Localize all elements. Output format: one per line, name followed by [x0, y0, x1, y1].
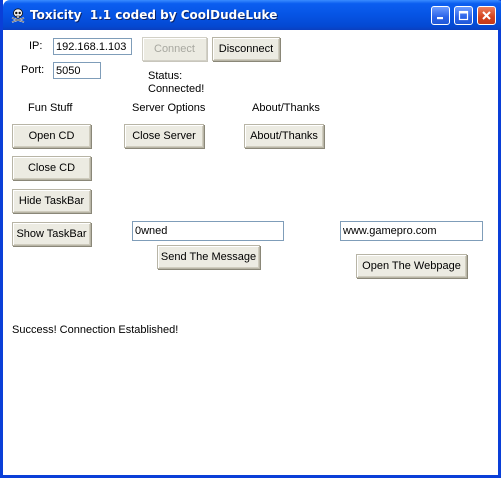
window-title: Toxicity 1.1 coded by CoolDudeLuke [30, 8, 278, 22]
app-window: Toxicity 1.1 coded by CoolDudeLuke IP: P… [0, 0, 501, 478]
skull-crossbones-icon [11, 8, 25, 23]
ip-field[interactable] [53, 38, 132, 55]
port-field[interactable] [53, 62, 101, 79]
show-taskbar-button[interactable]: Show TaskBar [12, 222, 91, 246]
close-server-button[interactable]: Close Server [124, 124, 204, 148]
server-options-heading: Server Options [132, 102, 206, 114]
connect-button[interactable]: Connect [142, 37, 207, 61]
webpage-url-field[interactable] [340, 221, 483, 241]
minimize-icon [437, 17, 443, 20]
open-webpage-button[interactable]: Open The Webpage [356, 254, 467, 278]
hide-taskbar-button[interactable]: Hide TaskBar [12, 189, 91, 213]
status-label: Status: [148, 70, 183, 82]
maximize-button[interactable] [454, 6, 473, 25]
port-label: Port: [21, 64, 45, 76]
title-bar[interactable]: Toxicity 1.1 coded by CoolDudeLuke [3, 0, 501, 30]
close-icon [482, 11, 491, 20]
disconnect-button[interactable]: Disconnect [212, 37, 280, 61]
minimize-button[interactable] [431, 6, 450, 25]
connection-log-text: Success! Connection Established! [12, 324, 179, 336]
about-thanks-heading: About/Thanks [252, 102, 320, 114]
status-value: Connected! [148, 83, 205, 95]
send-message-button[interactable]: Send The Message [157, 245, 260, 269]
fun-stuff-heading: Fun Stuff [28, 102, 73, 114]
message-field[interactable] [132, 221, 284, 241]
ip-label: IP: [29, 40, 43, 52]
close-button[interactable] [477, 6, 496, 25]
close-cd-button[interactable]: Close CD [12, 156, 91, 180]
maximize-icon [458, 10, 469, 21]
about-thanks-button[interactable]: About/Thanks [244, 124, 324, 148]
open-cd-button[interactable]: Open CD [12, 124, 91, 148]
